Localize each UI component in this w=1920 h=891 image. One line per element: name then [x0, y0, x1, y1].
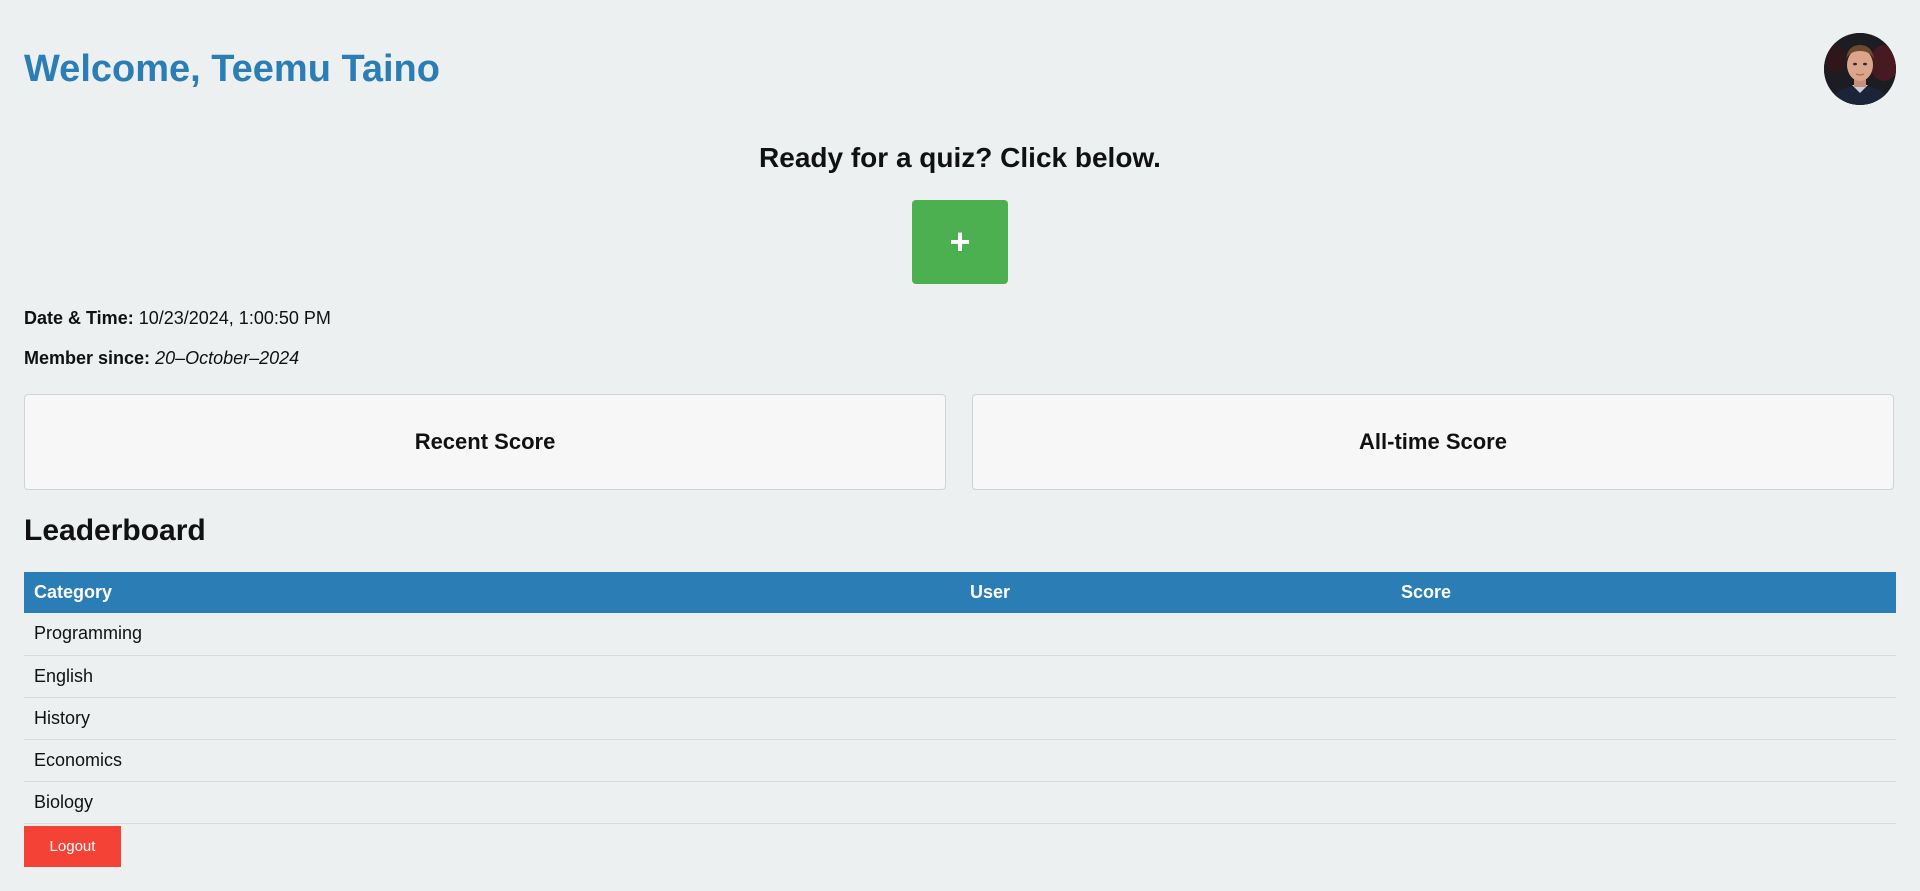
- leaderboard-title: Leaderboard: [24, 514, 206, 547]
- leaderboard-table: Category User Score Programming English …: [24, 572, 1896, 824]
- recent-score-label: Recent Score: [414, 429, 556, 454]
- category-cell: History: [24, 697, 960, 740]
- quiz-prompt: Ready for a quiz? Click below.: [759, 142, 1161, 173]
- member-since-value: 20–October–2024: [155, 348, 300, 368]
- column-header-score: Score: [1391, 572, 1896, 613]
- score-cell: [1391, 655, 1896, 698]
- alltime-score-card: All-time Score: [972, 394, 1894, 490]
- user-avatar-icon: [1824, 33, 1896, 105]
- datetime-info: Date & Time: 10/23/2024, 1:00:50 PM: [24, 308, 331, 329]
- user-cell: [960, 655, 1391, 698]
- member-since-label: Member since:: [24, 348, 151, 368]
- datetime-label: Date & Time:: [24, 308, 134, 328]
- score-cell: [1391, 697, 1896, 740]
- table-row: Programming: [24, 613, 1896, 656]
- category-cell: English: [24, 655, 960, 698]
- user-cell: [960, 739, 1391, 782]
- table-row: Biology: [24, 781, 1896, 824]
- leaderboard-header-row: Category User Score: [24, 572, 1896, 613]
- column-header-user: User: [960, 572, 1391, 613]
- avatar[interactable]: [1824, 33, 1896, 105]
- score-cell: [1391, 781, 1896, 824]
- start-quiz-button[interactable]: +: [912, 200, 1008, 284]
- category-cell: Programming: [24, 613, 960, 656]
- recent-score-card: Recent Score: [24, 394, 946, 490]
- dashboard-page: Welcome, Teemu Taino Ready for a quiz? C…: [0, 0, 1920, 891]
- alltime-score-label: All-time Score: [1359, 429, 1507, 454]
- welcome-heading: Welcome, Teemu Taino: [24, 48, 440, 90]
- score-cell: [1391, 739, 1896, 782]
- user-cell: [960, 697, 1391, 740]
- logout-button[interactable]: Logout: [24, 826, 121, 867]
- datetime-value: 10/23/2024, 1:00:50 PM: [138, 308, 331, 328]
- category-cell: Biology: [24, 781, 960, 824]
- member-since-info: Member since: 20–October–2024: [24, 348, 299, 369]
- table-row: English: [24, 655, 1896, 698]
- user-cell: [960, 613, 1391, 656]
- table-row: Economics: [24, 739, 1896, 782]
- column-header-category: Category: [24, 572, 960, 613]
- user-cell: [960, 781, 1391, 824]
- score-cell: [1391, 613, 1896, 656]
- table-row: History: [24, 697, 1896, 740]
- category-cell: Economics: [24, 739, 960, 782]
